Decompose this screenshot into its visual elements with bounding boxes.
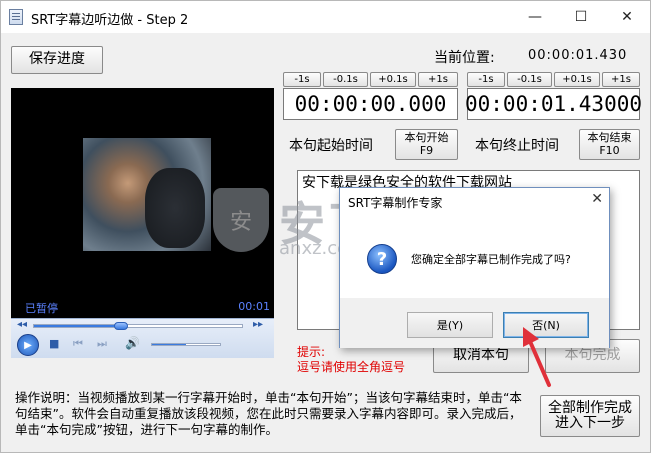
- close-button[interactable]: ✕: [604, 1, 650, 33]
- seek-forward-icon[interactable]: ▸▸: [253, 319, 263, 330]
- sentence-end-hotkey: F10: [599, 143, 620, 157]
- end-plus-1s-button[interactable]: +1s: [602, 72, 640, 87]
- start-time-display: 00:00:00.000: [283, 88, 458, 120]
- annotation-arrow-icon: [523, 327, 551, 387]
- end-minus-1s-button[interactable]: -1s: [467, 72, 505, 87]
- seek-bar-fill: [34, 325, 122, 327]
- shield-logo: 安: [213, 188, 269, 252]
- instructions-text: 操作说明：当视频播放到某一行字幕开始时，单击“本句开始”；当该句字幕结束时，单击…: [15, 390, 522, 437]
- dialog-yes-button[interactable]: 是(Y): [407, 312, 493, 338]
- save-progress-button[interactable]: 保存进度: [11, 46, 103, 74]
- end-time-label: 本句终止时间: [475, 138, 559, 154]
- end-time-display: 00:00:01.43000: [465, 88, 642, 120]
- sentence-end-button-label: 本句结束: [587, 131, 632, 145]
- dialog-close-button[interactable]: ✕: [591, 191, 603, 207]
- playback-time: 00:01: [238, 300, 270, 313]
- hint-text: 提示: 逗号请使用全角逗号: [297, 345, 405, 375]
- sentence-start-button[interactable]: 本句开始 F9: [395, 129, 458, 160]
- hint-body: 逗号请使用全角逗号: [297, 360, 406, 374]
- sentence-start-hotkey: F9: [419, 143, 434, 157]
- volume-icon[interactable]: 🔊: [125, 336, 140, 350]
- dialog-title: SRT字幕制作专家: [348, 196, 443, 210]
- playback-status: 已暂停: [25, 302, 58, 315]
- start-time-label: 本句起始时间: [289, 138, 373, 154]
- start-plus-1s-button[interactable]: +1s: [418, 72, 458, 87]
- next-icon[interactable]: ⏭: [97, 337, 107, 351]
- question-icon: ?: [367, 244, 397, 274]
- finish-all-button-line2: 进入下一步: [555, 415, 625, 431]
- seek-bar[interactable]: [33, 322, 243, 330]
- video-frame: [83, 138, 211, 251]
- volume-slider[interactable]: [151, 343, 221, 346]
- end-minus-01s-button[interactable]: -0.1s: [507, 72, 552, 87]
- start-minus-01s-button[interactable]: -0.1s: [323, 72, 368, 87]
- app-icon: [9, 9, 23, 25]
- finish-all-button-line1: 全部制作完成: [548, 399, 632, 416]
- maximize-button[interactable]: ☐: [558, 1, 604, 33]
- dialog-message: 您确定全部字幕已制作完成了吗?: [411, 253, 571, 266]
- start-plus-01s-button[interactable]: +0.1s: [370, 72, 416, 87]
- current-position-label: 当前位置:: [434, 50, 495, 66]
- sentence-start-button-label: 本句开始: [404, 131, 449, 145]
- confirm-dialog: SRT字幕制作专家 ✕ ? 您确定全部字幕已制作完成了吗? 是(Y) 否(N): [339, 187, 610, 348]
- seek-back-icon[interactable]: ◂◂: [17, 319, 27, 330]
- stop-icon[interactable]: ■: [49, 337, 59, 350]
- dialog-button-bar: 是(Y) 否(N): [340, 298, 609, 348]
- finish-all-button[interactable]: 全部制作完成 进入下一步: [540, 395, 640, 437]
- current-position-value: 00:00:01.430: [528, 48, 628, 63]
- previous-icon[interactable]: ⏮: [73, 337, 83, 351]
- window-title: SRT字幕边听边做 - Step 2: [31, 13, 189, 28]
- volume-fill: [152, 344, 186, 345]
- minimize-button[interactable]: —: [512, 1, 558, 33]
- title-bar: SRT字幕边听边做 - Step 2 — ☐ ✕: [1, 1, 650, 33]
- start-minus-1s-button[interactable]: -1s: [283, 72, 321, 87]
- play-icon[interactable]: ▶: [17, 334, 39, 356]
- player-controls: ◂◂ ▸▸ ▶ ■ ⏮ ⏭ 🔊: [11, 318, 274, 358]
- end-plus-01s-button[interactable]: +0.1s: [554, 72, 600, 87]
- sentence-end-button[interactable]: 本句结束 F10: [579, 129, 640, 160]
- app-window: SRT字幕边听边做 - Step 2 — ☐ ✕ 保存进度 当前位置: 00:0…: [0, 0, 651, 453]
- seek-knob[interactable]: [114, 322, 129, 330]
